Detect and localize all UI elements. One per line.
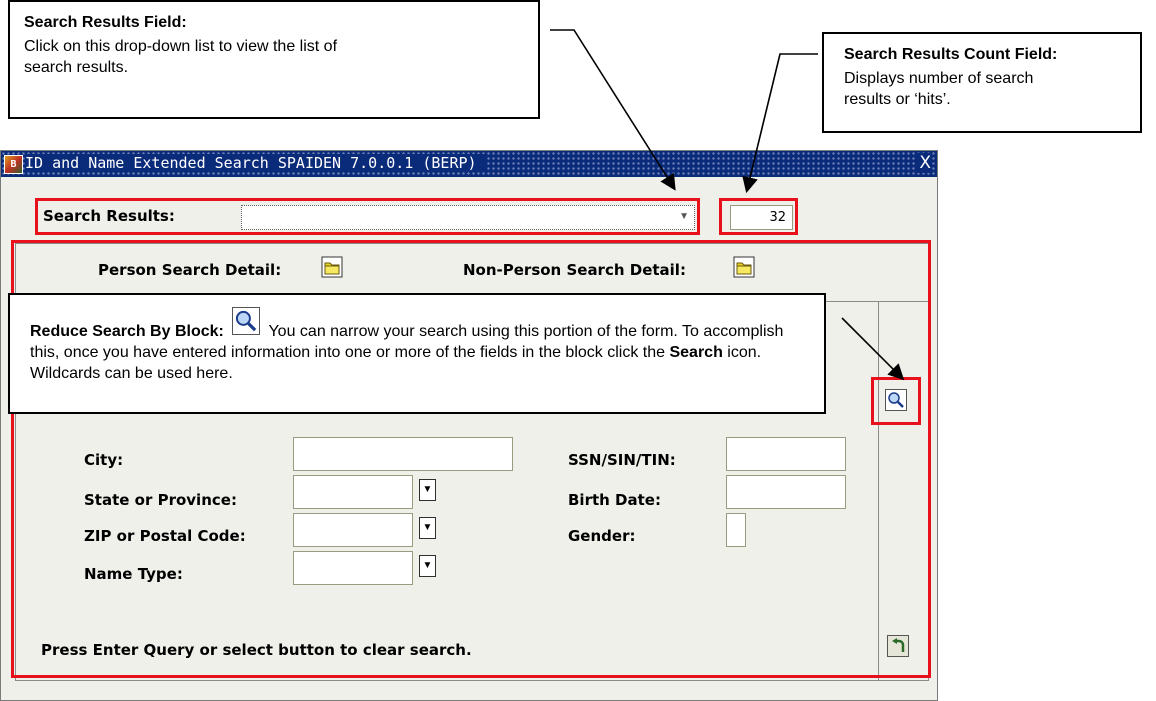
callout-title: Reduce Search By Block: bbox=[30, 323, 224, 340]
callout-title: Search Results Field: bbox=[24, 14, 187, 31]
close-icon[interactable]: X bbox=[915, 153, 931, 173]
callout-body: Displays number of search results or ‘hi… bbox=[844, 70, 1034, 108]
title-bar[interactable]: B ID and Name Extended Search SPAIDEN 7.… bbox=[1, 151, 937, 177]
magnifier-icon bbox=[232, 307, 261, 335]
callout-body-bold: Search bbox=[669, 344, 723, 361]
callout-search-count: Search Results Count Field: Displays num… bbox=[822, 32, 1142, 133]
callout-title: Search Results Count Field: bbox=[844, 46, 1058, 63]
highlight-search-count bbox=[719, 198, 798, 235]
window-title: ID and Name Extended Search SPAIDEN 7.0.… bbox=[25, 154, 485, 172]
search-window: B ID and Name Extended Search SPAIDEN 7.… bbox=[0, 150, 938, 701]
app-icon: B bbox=[4, 155, 23, 174]
callout-body: Click on this drop-down list to view the… bbox=[24, 38, 338, 76]
highlight-search-results bbox=[35, 198, 700, 235]
callout-reduce-search: Reduce Search By Block: You can narrow y… bbox=[8, 293, 826, 414]
callout-body: Reduce Search By Block: You can narrow y… bbox=[30, 307, 806, 384]
callout-search-results: Search Results Field: Click on this drop… bbox=[8, 0, 540, 119]
